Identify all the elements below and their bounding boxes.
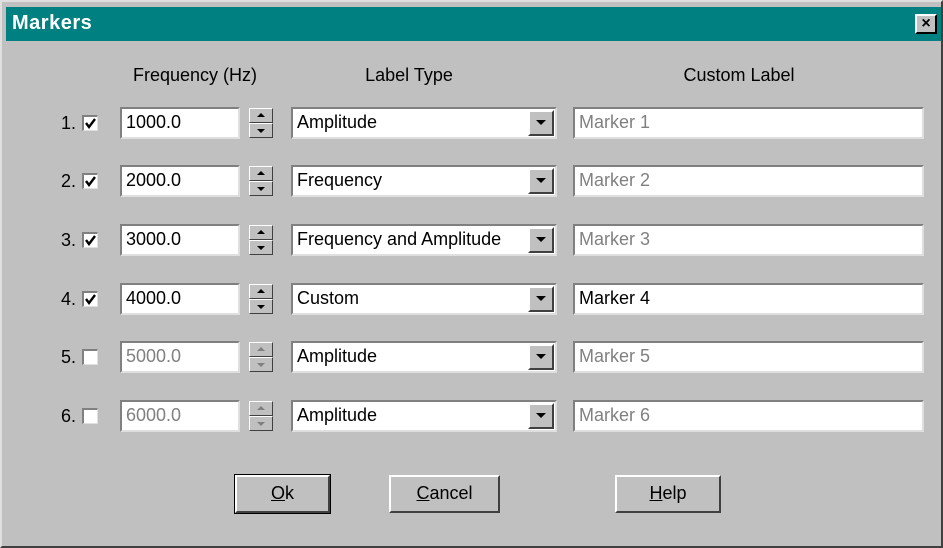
marker-row: 5. 5000.0 Amplitude Marker 5 xyxy=(2,341,943,373)
marker-number: 1. xyxy=(60,113,76,133)
arrow-up-icon xyxy=(257,347,265,351)
chevron-down-icon xyxy=(536,178,546,183)
marker-number: 5. xyxy=(60,347,76,367)
label-type-dropdown-button[interactable] xyxy=(528,344,554,370)
marker-number: 3. xyxy=(60,230,76,250)
arrow-up-icon xyxy=(257,113,265,117)
custom-label-input[interactable]: Marker 6 xyxy=(573,400,924,432)
chevron-down-icon xyxy=(536,413,546,418)
frequency-input[interactable]: 3000.0 xyxy=(120,224,240,256)
arrow-up-icon xyxy=(257,406,265,410)
marker-enabled-checkbox[interactable] xyxy=(82,115,98,131)
label-type-dropdown-button[interactable] xyxy=(528,168,554,194)
marker-enabled-checkbox[interactable] xyxy=(82,349,98,365)
spin-up-button[interactable] xyxy=(249,342,273,357)
marker-row: 1. 1000.0 Amplitude Marker 1 xyxy=(2,107,943,139)
cancel-label-rest: ancel xyxy=(429,483,473,503)
custom-label-input[interactable]: Marker 2 xyxy=(573,165,924,197)
chevron-down-icon xyxy=(536,237,546,242)
label-type-dropdown-button[interactable] xyxy=(528,110,554,136)
label-type-select[interactable]: Amplitude xyxy=(291,107,557,139)
arrow-up-icon xyxy=(257,230,265,234)
close-icon: × xyxy=(921,15,931,32)
help-label-rest: elp xyxy=(662,483,687,503)
spin-down-button[interactable] xyxy=(249,123,273,138)
frequency-input[interactable]: 5000.0 xyxy=(120,341,240,373)
frequency-input[interactable]: 1000.0 xyxy=(120,107,240,139)
spin-up-button[interactable] xyxy=(249,108,273,123)
spin-down-button[interactable] xyxy=(249,416,273,431)
spin-up-button[interactable] xyxy=(249,225,273,240)
arrow-down-icon xyxy=(257,246,265,250)
label-type-dropdown-button[interactable] xyxy=(528,227,554,253)
chevron-down-icon xyxy=(536,354,546,359)
arrow-down-icon xyxy=(257,305,265,309)
spin-down-button[interactable] xyxy=(249,181,273,196)
label-type-dropdown-button[interactable] xyxy=(528,286,554,312)
arrow-down-icon xyxy=(257,422,265,426)
marker-row: 3. 3000.0 Frequency and Amplitude Marker 3 xyxy=(2,224,943,256)
arrow-up-icon xyxy=(257,171,265,175)
marker-row: 6. 6000.0 Amplitude Marker 6 xyxy=(2,400,943,432)
spin-down-button[interactable] xyxy=(249,357,273,372)
label-type-select[interactable]: Frequency and Amplitude xyxy=(291,224,557,256)
marker-row: 4. 4000.0 Custom Marker 4 xyxy=(2,283,943,315)
arrow-down-icon xyxy=(257,187,265,191)
frequency-input[interactable]: 4000.0 xyxy=(120,283,240,315)
custom-label-input[interactable]: Marker 4 xyxy=(573,283,924,315)
custom-label-input[interactable]: Marker 5 xyxy=(573,341,924,373)
marker-number: 4. xyxy=(60,289,76,309)
marker-row: 2. 2000.0 Frequency Marker 2 xyxy=(2,165,943,197)
ok-mnemonic: O xyxy=(270,483,285,503)
marker-enabled-checkbox[interactable] xyxy=(82,173,98,189)
label-type-select[interactable]: Amplitude xyxy=(291,400,557,432)
frequency-spinner[interactable] xyxy=(249,401,273,431)
ok-button[interactable]: Ok xyxy=(234,474,331,514)
cancel-mnemonic: C xyxy=(416,483,430,503)
frequency-spinner[interactable] xyxy=(249,225,273,255)
marker-number: 6. xyxy=(60,406,76,426)
spin-up-button[interactable] xyxy=(249,166,273,181)
frequency-spinner[interactable] xyxy=(249,284,273,314)
marker-enabled-checkbox[interactable] xyxy=(82,408,98,424)
arrow-up-icon xyxy=(257,289,265,293)
frequency-input[interactable]: 2000.0 xyxy=(120,165,240,197)
custom-label-input[interactable]: Marker 1 xyxy=(573,107,924,139)
label-type-dropdown-button[interactable] xyxy=(528,403,554,429)
marker-number: 2. xyxy=(60,171,76,191)
title-bar[interactable]: Markers × xyxy=(6,7,941,41)
frequency-spinner[interactable] xyxy=(249,108,273,138)
arrow-down-icon xyxy=(257,129,265,133)
arrow-down-icon xyxy=(257,363,265,367)
frequency-spinner[interactable] xyxy=(249,166,273,196)
spin-down-button[interactable] xyxy=(249,299,273,314)
label-type-select[interactable]: Frequency xyxy=(291,165,557,197)
markers-dialog: Markers × Frequency (Hz) Label Type Cust… xyxy=(0,0,943,548)
chevron-down-icon xyxy=(536,296,546,301)
custom-label-column-header: Custom Label xyxy=(683,65,795,85)
marker-enabled-checkbox[interactable] xyxy=(82,291,98,307)
cancel-button[interactable]: Cancel xyxy=(389,475,500,513)
close-button[interactable]: × xyxy=(915,14,937,34)
label-type-select[interactable]: Amplitude xyxy=(291,341,557,373)
spin-down-button[interactable] xyxy=(249,240,273,255)
frequency-spinner[interactable] xyxy=(249,342,273,372)
frequency-input[interactable]: 6000.0 xyxy=(120,400,240,432)
help-mnemonic: H xyxy=(649,483,663,503)
help-button[interactable]: Help xyxy=(615,475,721,513)
window-title: Markers xyxy=(12,12,93,34)
custom-label-input[interactable]: Marker 3 xyxy=(573,224,924,256)
spin-up-button[interactable] xyxy=(249,401,273,416)
label-type-select[interactable]: Custom xyxy=(291,283,557,315)
marker-enabled-checkbox[interactable] xyxy=(82,232,98,248)
label-type-column-header: Label Type xyxy=(365,65,453,85)
chevron-down-icon xyxy=(536,120,546,125)
frequency-column-header: Frequency (Hz) xyxy=(132,65,258,85)
spin-up-button[interactable] xyxy=(249,284,273,299)
ok-label-rest: k xyxy=(285,483,294,503)
